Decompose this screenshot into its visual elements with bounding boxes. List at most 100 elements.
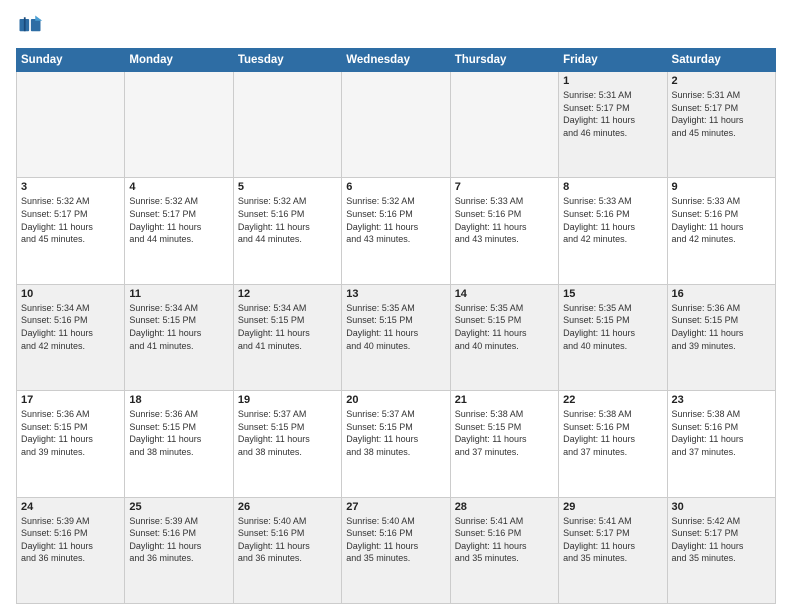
calendar-day-cell: 7 Sunrise: 5:33 AM Sunset: 5:16 PM Daylig… bbox=[450, 178, 558, 284]
calendar-day-cell: 22Sunrise: 5:38 AM Sunset: 5:16 PM Dayli… bbox=[559, 391, 667, 497]
day-info: Sunrise: 5:37 AM Sunset: 5:15 PM Dayligh… bbox=[238, 408, 337, 458]
calendar-day-cell: 20Sunrise: 5:37 AM Sunset: 5:15 PM Dayli… bbox=[342, 391, 450, 497]
calendar-week-row: 10 Sunrise: 5:34 AM Sunset: 5:16 PM Dayli… bbox=[17, 284, 776, 390]
day-number: 1 bbox=[563, 75, 662, 87]
calendar-week-row: 24 Sunrise: 5:39 AM Sunset: 5:16 PM Dayli… bbox=[17, 497, 776, 603]
calendar-day-cell: 21 Sunrise: 5:38 AM Sunset: 5:15 PM Dayli… bbox=[450, 391, 558, 497]
calendar-week-row: 3 Sunrise: 5:32 AM Sunset: 5:17 PM Daylig… bbox=[17, 178, 776, 284]
day-info: Sunrise: 5:36 AM Sunset: 5:15 PM Dayligh… bbox=[129, 408, 228, 458]
day-info: Sunrise: 5:37 AM Sunset: 5:15 PM Dayligh… bbox=[346, 408, 445, 458]
calendar-day-cell: 15 Sunrise: 5:35 AM Sunset: 5:15 PM Dayli… bbox=[559, 284, 667, 390]
calendar-day-cell bbox=[17, 72, 125, 178]
day-number: 13 bbox=[346, 288, 445, 300]
logo bbox=[16, 12, 48, 40]
calendar-day-cell bbox=[342, 72, 450, 178]
day-info: Sunrise: 5:39 AM Sunset: 5:16 PM Dayligh… bbox=[129, 515, 228, 565]
day-info: Sunrise: 5:31 AM Sunset: 5:17 PM Dayligh… bbox=[672, 89, 771, 139]
day-info: Sunrise: 5:42 AM Sunset: 5:17 PM Dayligh… bbox=[672, 515, 771, 565]
calendar-day-cell: 26 Sunrise: 5:40 AM Sunset: 5:16 PM Dayli… bbox=[233, 497, 341, 603]
day-info: Sunrise: 5:41 AM Sunset: 5:17 PM Dayligh… bbox=[563, 515, 662, 565]
day-number: 16 bbox=[672, 288, 771, 300]
calendar-day-cell: 9 Sunrise: 5:33 AM Sunset: 5:16 PM Daylig… bbox=[667, 178, 775, 284]
day-info: Sunrise: 5:32 AM Sunset: 5:16 PM Dayligh… bbox=[238, 195, 337, 245]
day-info: Sunrise: 5:31 AM Sunset: 5:17 PM Dayligh… bbox=[563, 89, 662, 139]
calendar-day-cell: 29 Sunrise: 5:41 AM Sunset: 5:17 PM Dayli… bbox=[559, 497, 667, 603]
day-number: 4 bbox=[129, 181, 228, 193]
day-number: 3 bbox=[21, 181, 120, 193]
day-number: 11 bbox=[129, 288, 228, 300]
day-info: Sunrise: 5:34 AM Sunset: 5:16 PM Dayligh… bbox=[21, 302, 120, 352]
calendar-day-cell: 4Sunrise: 5:32 AM Sunset: 5:17 PM Daylig… bbox=[125, 178, 233, 284]
weekday-header: Saturday bbox=[667, 49, 775, 72]
page: SundayMondayTuesdayWednesdayThursdayFrid… bbox=[0, 0, 792, 612]
day-info: Sunrise: 5:33 AM Sunset: 5:16 PM Dayligh… bbox=[563, 195, 662, 245]
calendar-day-cell: 25 Sunrise: 5:39 AM Sunset: 5:16 PM Dayli… bbox=[125, 497, 233, 603]
weekday-header: Sunday bbox=[17, 49, 125, 72]
weekday-header: Tuesday bbox=[233, 49, 341, 72]
day-number: 27 bbox=[346, 501, 445, 513]
day-number: 10 bbox=[21, 288, 120, 300]
day-number: 14 bbox=[455, 288, 554, 300]
day-info: Sunrise: 5:33 AM Sunset: 5:16 PM Dayligh… bbox=[455, 195, 554, 245]
weekday-header: Friday bbox=[559, 49, 667, 72]
weekday-header: Thursday bbox=[450, 49, 558, 72]
day-number: 7 bbox=[455, 181, 554, 193]
calendar-day-cell: 16 Sunrise: 5:36 AM Sunset: 5:15 PM Dayli… bbox=[667, 284, 775, 390]
day-number: 6 bbox=[346, 181, 445, 193]
calendar-day-cell: 17 Sunrise: 5:36 AM Sunset: 5:15 PM Dayli… bbox=[17, 391, 125, 497]
day-number: 23 bbox=[672, 394, 771, 406]
day-info: Sunrise: 5:39 AM Sunset: 5:16 PM Dayligh… bbox=[21, 515, 120, 565]
logo-icon bbox=[16, 12, 44, 40]
calendar-day-cell: 19 Sunrise: 5:37 AM Sunset: 5:15 PM Dayli… bbox=[233, 391, 341, 497]
calendar-day-cell: 23 Sunrise: 5:38 AM Sunset: 5:16 PM Dayli… bbox=[667, 391, 775, 497]
calendar-day-cell: 30Sunrise: 5:42 AM Sunset: 5:17 PM Dayli… bbox=[667, 497, 775, 603]
calendar-day-cell bbox=[450, 72, 558, 178]
day-info: Sunrise: 5:40 AM Sunset: 5:16 PM Dayligh… bbox=[238, 515, 337, 565]
calendar-day-cell: 1 Sunrise: 5:31 AM Sunset: 5:17 PM Daylig… bbox=[559, 72, 667, 178]
day-number: 25 bbox=[129, 501, 228, 513]
day-number: 22 bbox=[563, 394, 662, 406]
day-info: Sunrise: 5:40 AM Sunset: 5:16 PM Dayligh… bbox=[346, 515, 445, 565]
day-number: 8 bbox=[563, 181, 662, 193]
day-info: Sunrise: 5:35 AM Sunset: 5:15 PM Dayligh… bbox=[563, 302, 662, 352]
day-info: Sunrise: 5:36 AM Sunset: 5:15 PM Dayligh… bbox=[672, 302, 771, 352]
calendar-header-row: SundayMondayTuesdayWednesdayThursdayFrid… bbox=[17, 49, 776, 72]
day-number: 18 bbox=[129, 394, 228, 406]
day-number: 2 bbox=[672, 75, 771, 87]
day-number: 12 bbox=[238, 288, 337, 300]
day-number: 19 bbox=[238, 394, 337, 406]
day-number: 9 bbox=[672, 181, 771, 193]
calendar-week-row: 1 Sunrise: 5:31 AM Sunset: 5:17 PM Daylig… bbox=[17, 72, 776, 178]
day-number: 24 bbox=[21, 501, 120, 513]
day-number: 17 bbox=[21, 394, 120, 406]
calendar-day-cell: 27 Sunrise: 5:40 AM Sunset: 5:16 PM Dayli… bbox=[342, 497, 450, 603]
calendar-day-cell: 14Sunrise: 5:35 AM Sunset: 5:15 PM Dayli… bbox=[450, 284, 558, 390]
calendar-day-cell: 10 Sunrise: 5:34 AM Sunset: 5:16 PM Dayli… bbox=[17, 284, 125, 390]
day-number: 5 bbox=[238, 181, 337, 193]
day-info: Sunrise: 5:33 AM Sunset: 5:16 PM Dayligh… bbox=[672, 195, 771, 245]
calendar-day-cell: 12Sunrise: 5:34 AM Sunset: 5:15 PM Dayli… bbox=[233, 284, 341, 390]
calendar-day-cell bbox=[233, 72, 341, 178]
calendar-day-cell: 18 Sunrise: 5:36 AM Sunset: 5:15 PM Dayli… bbox=[125, 391, 233, 497]
day-number: 15 bbox=[563, 288, 662, 300]
calendar-day-cell: 11Sunrise: 5:34 AM Sunset: 5:15 PM Dayli… bbox=[125, 284, 233, 390]
day-info: Sunrise: 5:32 AM Sunset: 5:16 PM Dayligh… bbox=[346, 195, 445, 245]
weekday-header: Monday bbox=[125, 49, 233, 72]
day-number: 21 bbox=[455, 394, 554, 406]
day-info: Sunrise: 5:38 AM Sunset: 5:16 PM Dayligh… bbox=[672, 408, 771, 458]
day-info: Sunrise: 5:41 AM Sunset: 5:16 PM Dayligh… bbox=[455, 515, 554, 565]
day-number: 26 bbox=[238, 501, 337, 513]
weekday-header: Wednesday bbox=[342, 49, 450, 72]
calendar-day-cell: 28Sunrise: 5:41 AM Sunset: 5:16 PM Dayli… bbox=[450, 497, 558, 603]
day-number: 29 bbox=[563, 501, 662, 513]
calendar-day-cell: 3 Sunrise: 5:32 AM Sunset: 5:17 PM Daylig… bbox=[17, 178, 125, 284]
day-info: Sunrise: 5:38 AM Sunset: 5:15 PM Dayligh… bbox=[455, 408, 554, 458]
calendar-table: SundayMondayTuesdayWednesdayThursdayFrid… bbox=[16, 48, 776, 604]
calendar-day-cell: 5 Sunrise: 5:32 AM Sunset: 5:16 PM Daylig… bbox=[233, 178, 341, 284]
calendar-day-cell: 6 Sunrise: 5:32 AM Sunset: 5:16 PM Daylig… bbox=[342, 178, 450, 284]
calendar-day-cell bbox=[125, 72, 233, 178]
day-info: Sunrise: 5:35 AM Sunset: 5:15 PM Dayligh… bbox=[346, 302, 445, 352]
day-info: Sunrise: 5:32 AM Sunset: 5:17 PM Dayligh… bbox=[21, 195, 120, 245]
day-info: Sunrise: 5:36 AM Sunset: 5:15 PM Dayligh… bbox=[21, 408, 120, 458]
header bbox=[16, 12, 776, 40]
